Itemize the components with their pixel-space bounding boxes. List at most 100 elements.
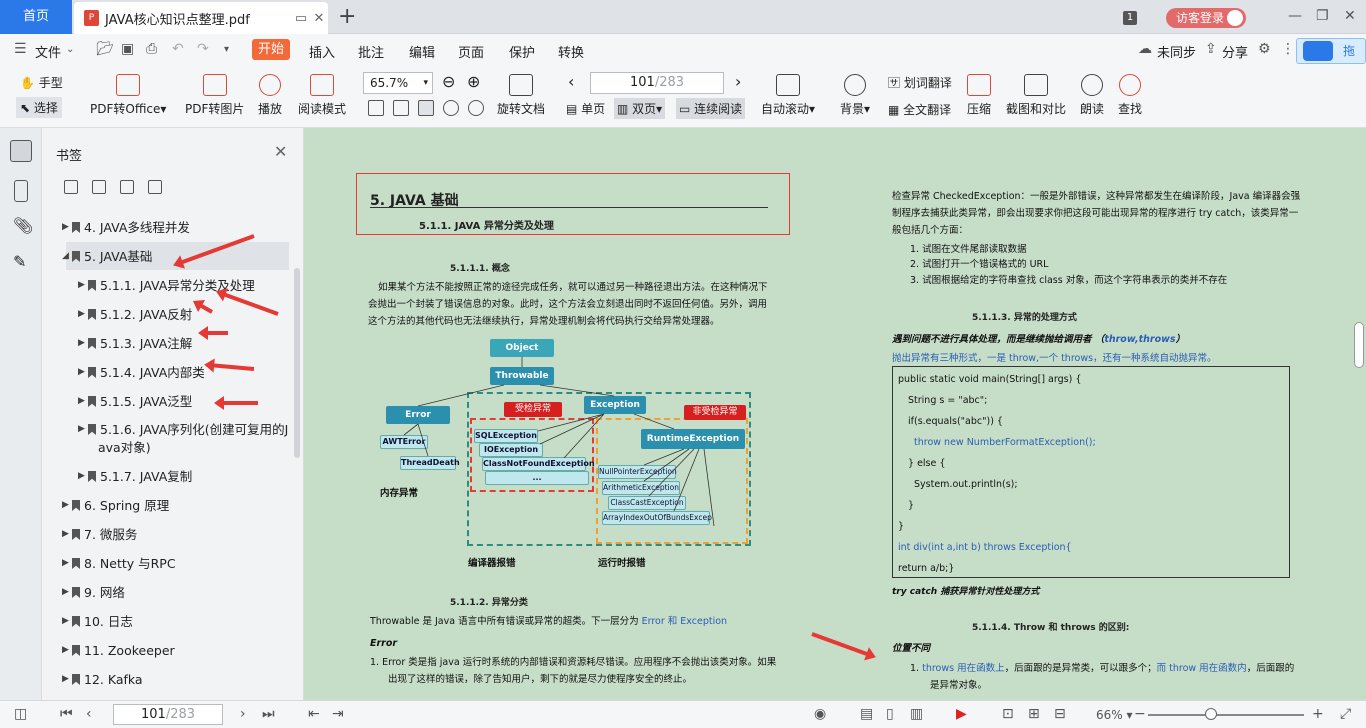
read-mode-button[interactable]: 阅读模式: [298, 74, 346, 117]
tab-document[interactable]: P JAVA核心知识点整理.pdf ▭ ✕: [74, 2, 328, 34]
bookmark-item[interactable]: ▶ 4. JAVA多线程并发: [62, 218, 190, 237]
expand-icon[interactable]: ▶: [78, 276, 85, 295]
fit-page-icon[interactable]: [393, 100, 409, 116]
play-icon[interactable]: ▶: [956, 706, 967, 722]
bookmark-panel-icon[interactable]: [10, 140, 32, 162]
pdf-to-image-button[interactable]: PDF转图片: [185, 74, 244, 117]
minimize-icon[interactable]: —: [1288, 8, 1302, 24]
bookmark-item[interactable]: ▶ 8. Netty 与RPC: [62, 554, 176, 573]
chevron-down-icon[interactable]: ⌄: [66, 44, 74, 55]
bookmark-item[interactable]: ▶ 5.1.1. JAVA异常分类及处理: [78, 276, 255, 295]
word-translate-button[interactable]: 🈂︎ 划词翻译: [888, 74, 952, 91]
zoom-in-icon[interactable]: +: [1312, 706, 1324, 722]
close-icon[interactable]: ✕: [274, 142, 287, 161]
attachment-icon[interactable]: 📎︎: [13, 216, 35, 238]
new-tab-button[interactable]: +: [338, 4, 356, 29]
zoom-out-icon[interactable]: −: [1134, 706, 1146, 722]
bookmark-item[interactable]: ▶ 5.1.7. JAVA复制: [78, 467, 192, 486]
page-number-input[interactable]: 101/283: [590, 72, 724, 94]
print-icon[interactable]: ⎙: [146, 41, 157, 57]
status-page-input[interactable]: 101/283: [113, 704, 223, 725]
bookmark-item[interactable]: ▶ 7. 微服务: [62, 525, 137, 544]
back-icon[interactable]: ⇤: [308, 706, 320, 722]
more-icon[interactable]: ▾: [224, 44, 229, 55]
full-translate-button[interactable]: ▦ 全文翻译: [888, 101, 951, 118]
bookmark-item[interactable]: ▶ 5.1.3. JAVA注解: [78, 334, 192, 353]
menu-insert[interactable]: 插入: [309, 42, 335, 61]
save-icon[interactable]: ▣: [121, 41, 134, 57]
expand-icon[interactable]: ▶: [62, 525, 69, 544]
continuous-read-button[interactable]: ▭ 连续阅读: [676, 98, 746, 119]
read-aloud-button[interactable]: 朗读: [1080, 74, 1104, 117]
menu-start[interactable]: 开始: [252, 39, 290, 60]
more-options-icon[interactable]: ⋮: [1281, 41, 1295, 57]
zoom-out-icon[interactable]: ⊖: [442, 72, 455, 91]
menu-protect[interactable]: 保护: [509, 42, 535, 61]
page-view-icon[interactable]: ▯: [886, 706, 894, 722]
fit-width-icon[interactable]: ⊟: [1054, 706, 1066, 722]
bookmark-item[interactable]: ▶ 10. 日志: [62, 612, 133, 631]
auto-scroll-button[interactable]: 自动滚动▾: [761, 74, 815, 117]
expand-open-icon[interactable]: ◢: [62, 247, 69, 266]
restore-icon[interactable]: ❐: [1316, 8, 1329, 24]
expand-icon[interactable]: ▶: [78, 363, 85, 382]
expand-icon[interactable]: ▶: [62, 218, 69, 237]
expand-icon[interactable]: ▶: [78, 305, 85, 324]
bookmark-item[interactable]: ▶ 5.1.6. JAVA序列化(创建可复用的J: [78, 420, 288, 439]
add-bookmark-icon[interactable]: [64, 180, 78, 194]
select-tool[interactable]: ⬉ 选择: [16, 97, 62, 118]
menu-annotate[interactable]: 批注: [358, 42, 384, 61]
signature-icon[interactable]: ✎: [13, 252, 35, 274]
menu-edit[interactable]: 编辑: [409, 42, 435, 61]
play-button[interactable]: 播放: [258, 74, 282, 117]
background-button[interactable]: 背景▾: [840, 74, 870, 117]
screenshot-compare-button[interactable]: 截图和对比: [1006, 74, 1066, 117]
expand-icon[interactable]: ▶: [78, 334, 85, 353]
bookmark-item[interactable]: ▶ 5.1.4. JAVA内部类: [78, 363, 205, 382]
bookmark-item[interactable]: ▶ 12. Kafka: [62, 670, 143, 689]
expand-icon[interactable]: ▶: [62, 583, 69, 602]
fullscreen-icon[interactable]: ⤢: [1340, 706, 1351, 722]
share-button[interactable]: 分享: [1222, 42, 1248, 61]
compress-button[interactable]: 压缩: [967, 74, 991, 117]
bookmark-item[interactable]: ▶ 6. Spring 原理: [62, 496, 169, 515]
tab-home[interactable]: 首页: [0, 0, 72, 34]
document-view[interactable]: 5. JAVA 基础 5.1.1. JAVA 异常分类及处理 5.1.1.1. …: [304, 128, 1366, 700]
bookmark-item[interactable]: ▶ 9. 网络: [62, 583, 125, 602]
next-page-icon[interactable]: ›: [240, 706, 246, 722]
guest-login-button[interactable]: 访客登录: [1166, 8, 1246, 28]
zoom-select[interactable]: 65.7% ▾: [363, 72, 433, 94]
status-zoom[interactable]: 66% ▾: [1096, 708, 1133, 722]
hamburger-icon[interactable]: ☰: [14, 41, 27, 57]
bookmark-outline-icon[interactable]: [148, 180, 162, 194]
menu-file[interactable]: 文件: [35, 42, 61, 61]
bookmark-item[interactable]: ▶ 11. Zookeeper: [62, 641, 175, 660]
fit-icon[interactable]: ⊞: [1028, 706, 1040, 722]
actual-size-icon[interactable]: ⊡: [1002, 706, 1014, 722]
menu-page[interactable]: 页面: [458, 42, 484, 61]
double-page-button[interactable]: ▥ 双页▾: [614, 98, 666, 119]
expand-icon[interactable]: ▶: [78, 420, 85, 439]
expand-icon[interactable]: ▶: [62, 554, 69, 573]
sidebar-toggle-icon[interactable]: ◫: [14, 706, 27, 722]
bookmark-icon[interactable]: [120, 180, 134, 194]
settings-icon[interactable]: ⚙: [1258, 41, 1271, 57]
expand-icon[interactable]: ▶: [62, 496, 69, 515]
screen-icon[interactable]: ▭: [292, 11, 310, 26]
bookmark-item[interactable]: ▶ 5.1.2. JAVA反射: [78, 305, 192, 324]
prev-page-icon[interactable]: ‹: [86, 706, 92, 722]
bookmark-item[interactable]: ◢ 5. JAVA基础: [62, 247, 152, 266]
last-page-icon[interactable]: ⏭: [262, 706, 275, 722]
double-view-icon[interactable]: ▥: [910, 706, 923, 722]
find-button[interactable]: 查找: [1118, 74, 1142, 117]
single-page-button[interactable]: ▤ 单页: [566, 100, 605, 117]
forward-icon[interactable]: ⇥: [332, 706, 344, 722]
zoom-in-icon[interactable]: ⊕: [467, 72, 480, 91]
hand-tool[interactable]: ✋ 手型: [20, 74, 63, 91]
undo-icon[interactable]: ↶: [172, 41, 184, 57]
drag-button[interactable]: 拖拽: [1296, 38, 1366, 82]
close-tab-icon[interactable]: ✕: [310, 11, 328, 26]
expand-icon[interactable]: ▶: [62, 612, 69, 631]
pdf-to-office-button[interactable]: PDF转Office▾: [90, 74, 166, 117]
rotate-document-button[interactable]: 旋转文档: [497, 74, 545, 117]
